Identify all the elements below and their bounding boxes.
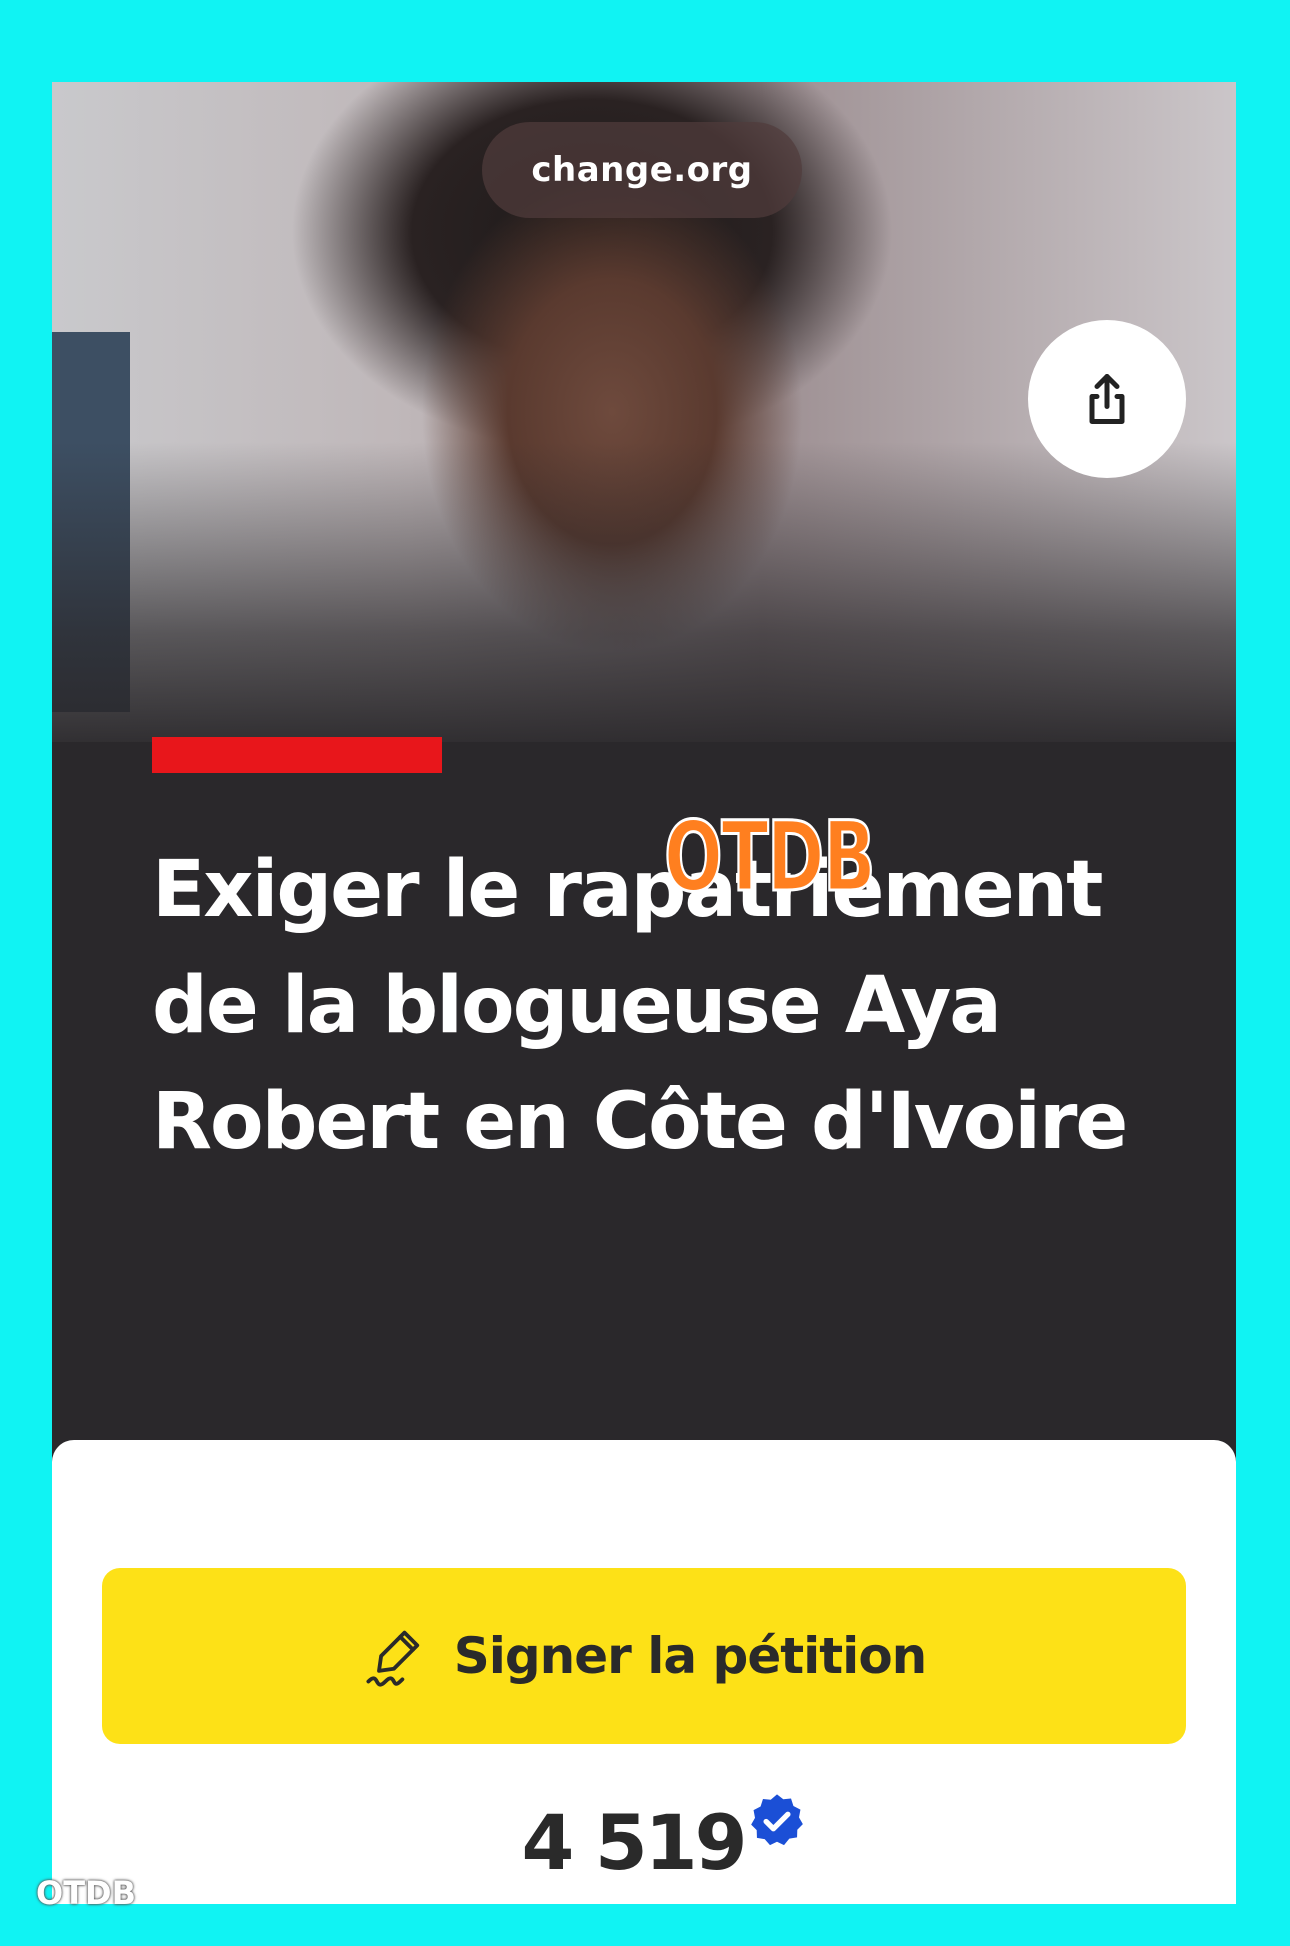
verified-badge-icon <box>751 1794 804 1846</box>
site-url-label: change.org <box>531 150 753 190</box>
site-url-pill[interactable]: change.org <box>482 122 802 218</box>
petition-action-card: Signer la pétition 4 519 <box>52 1440 1236 1904</box>
share-button[interactable] <box>1028 320 1186 478</box>
signature-pen-icon <box>366 1630 419 1687</box>
photo-gradient-overlay <box>52 442 1236 762</box>
watermark-corner: OTDB <box>36 1874 136 1912</box>
sign-petition-button[interactable]: Signer la pétition <box>102 1568 1186 1744</box>
petition-title: Exiger le rapatriement de la blogueuse A… <box>152 845 1128 1167</box>
petition-screen: change.org Exiger le rapatriement de la … <box>52 82 1236 1904</box>
title-accent-bar <box>152 737 442 773</box>
sign-button-label: Signer la pétition <box>453 1627 928 1685</box>
watermark-center: OTDB <box>663 801 877 914</box>
signature-count-row: 4 519 <box>52 1794 1236 1887</box>
signature-count: 4 519 <box>521 1798 748 1887</box>
share-icon <box>1089 374 1125 424</box>
